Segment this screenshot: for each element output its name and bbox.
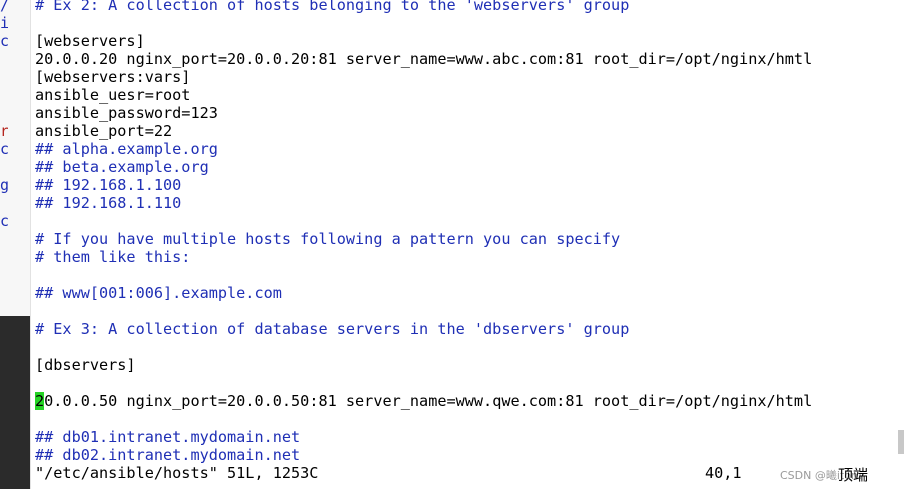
editor-line[interactable]: # If you have multiple hosts following a… (35, 230, 904, 248)
editor-line[interactable]: ## alpha.example.org (35, 140, 904, 158)
editor-line[interactable] (35, 14, 904, 32)
status-file-info: "/etc/ansible/hosts" 51L, 1253C (35, 464, 319, 482)
editor-line[interactable]: 20.0.0.50 nginx_port=20.0.0.50:81 server… (35, 392, 904, 410)
status-cursor-position: 40,1 (705, 464, 742, 482)
scrollbar-thumb[interactable] (898, 430, 904, 454)
editor-line[interactable] (35, 338, 904, 356)
editor-line[interactable]: ## db01.intranet.mydomain.net (35, 428, 904, 446)
status-scroll-position: 顶端 (838, 466, 869, 484)
gutter-glyph: g (0, 176, 8, 194)
editor-line[interactable]: ## 192.168.1.110 (35, 194, 904, 212)
gutter-glyph: / (0, 0, 8, 14)
gutter-glyph: i (0, 14, 8, 32)
editor-line[interactable]: ansible_password=123 (35, 104, 904, 122)
editor-line[interactable]: ## www[001:006].example.com (35, 284, 904, 302)
editor-line[interactable] (35, 302, 904, 320)
gutter-glyph: c (0, 32, 8, 50)
editor-line[interactable]: ansible_port=22 (35, 122, 904, 140)
editor-line[interactable] (35, 212, 904, 230)
editor-line[interactable]: [webservers] (35, 32, 904, 50)
vim-editor-buffer[interactable]: # Ex 2: A collection of hosts belonging … (35, 0, 904, 464)
editor-line[interactable]: ## 192.168.1.100 (35, 176, 904, 194)
editor-line[interactable]: 20.0.0.20 nginx_port=20.0.0.20:81 server… (35, 50, 904, 68)
left-background-panel: / i c r c g c (0, 0, 31, 489)
editor-line[interactable]: # Ex 2: A collection of hosts belonging … (35, 0, 904, 14)
left-panel-dark (0, 316, 30, 489)
editor-line[interactable]: [webservers:vars] (35, 68, 904, 86)
editor-line[interactable]: # Ex 3: A collection of database servers… (35, 320, 904, 338)
editor-line[interactable]: ## beta.example.org (35, 158, 904, 176)
editor-line[interactable]: # them like this: (35, 248, 904, 266)
cursor-line-rest: 0.0.0.50 nginx_port=20.0.0.50:81 server_… (44, 392, 813, 410)
gutter-glyph: r (0, 122, 8, 140)
cursor-block: 2 (35, 392, 45, 410)
editor-line[interactable] (35, 410, 904, 428)
gutter-glyph: c (0, 140, 8, 158)
editor-line[interactable]: [dbservers] (35, 356, 904, 374)
terminal-window: / i c r c g c # Ex 2: A collection of ho… (0, 0, 904, 489)
editor-line[interactable]: ## db02.intranet.mydomain.net (35, 446, 904, 464)
editor-line[interactable] (35, 374, 904, 392)
vim-status-line: "/etc/ansible/hosts" 51L, 1253C 40,1 (35, 464, 904, 484)
editor-line[interactable]: ansible_uesr=root (35, 86, 904, 104)
gutter-glyph: c (0, 212, 8, 230)
editor-line[interactable] (35, 266, 904, 284)
